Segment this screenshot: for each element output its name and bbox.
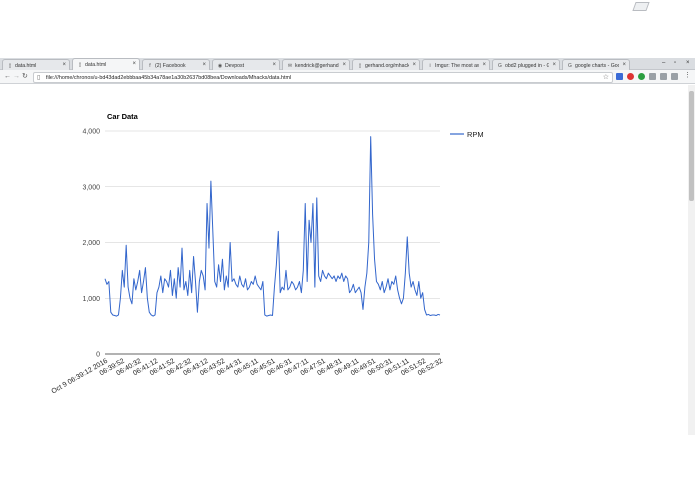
chart-title: Car Data [107,112,139,121]
tab-2[interactable]: f (2) Facebook × [142,59,210,70]
minimize-icon[interactable]: – [662,60,665,66]
y-tick-label: 2,000 [82,240,100,247]
page-icon: ▯ [78,61,82,68]
reload-icon[interactable]: ↻ [22,72,28,82]
extension-4-icon[interactable] [649,73,656,80]
y-tick-label: 4,000 [82,129,100,136]
tab-0[interactable]: ▯ data.html × [2,59,70,70]
close-tab-icon[interactable]: × [132,61,136,67]
page-icon: ▯ [358,62,362,69]
legend-label: RPM [467,130,484,139]
page-content: Car Data 0 1,000 2,000 3,000 4,000 Oct 9 06:39… [0,85,688,494]
y-tick-label: 1,000 [82,296,100,303]
series-line-rpm [104,136,441,317]
tab-title: data.html [85,61,107,68]
extension-3-icon[interactable] [638,73,645,80]
facebook-icon: f [149,62,151,69]
tab-title: google charts - Google [575,62,619,69]
close-tab-icon[interactable]: × [412,62,416,68]
extension-2-icon[interactable] [627,73,634,80]
url-text: file:///home/chronos/u-bd43dad2ebbbaa45b… [46,74,292,81]
tab-title: Imgur: The most aweso [435,62,479,69]
tab-3[interactable]: ◉ Devpost × [212,59,280,70]
tab-5[interactable]: ▯gerhand.org/mhacks/c× [352,59,420,70]
devpost-icon: ◉ [217,62,223,69]
extension-1-icon[interactable] [616,73,623,80]
tab-title: data.html [15,62,37,69]
maximize-icon[interactable]: ▫ [674,60,676,66]
close-tab-icon[interactable]: × [272,62,276,68]
new-tab-button[interactable] [632,2,650,11]
tab-4[interactable]: ✉kendrick@gerhand.org× [282,59,350,70]
tab-title: Devpost [225,62,245,69]
browser-toolbar: ← → ↻ ▯ file:///home/chronos/u-bd43dad2e… [0,70,695,84]
back-icon[interactable]: ← [4,72,11,82]
y-tick-label: 0 [96,352,100,359]
browser-window: ▯ data.html × ▯ data.html × f (2) Facebook × ◉ Dev… [0,0,695,494]
close-tab-icon[interactable]: × [62,62,66,68]
x-tick-label: Oct 9 06:39:12 2016 [51,358,110,396]
menu-icon[interactable]: ⋮ [684,71,691,81]
close-tab-icon[interactable]: × [342,62,346,68]
line-chart: Car Data 0 1,000 2,000 3,000 4,000 Oct 9 06:39… [51,112,484,396]
close-window-icon[interactable]: × [686,60,690,66]
scrollbar-thumb[interactable] [689,91,694,201]
y-tick-label: 3,000 [82,184,100,191]
page-icon: ▯ [8,62,12,69]
address-bar[interactable]: ▯ file:///home/chronos/u-bd43dad2ebbbaa4… [33,71,613,83]
tab-strip: ▯ data.html × ▯ data.html × f (2) Facebook × ◉ Dev… [0,0,695,70]
tab-title: kendrick@gerhand.org [295,62,339,69]
tab-8[interactable]: Ggoogle charts - Google× [562,59,630,70]
forward-icon[interactable]: → [13,72,20,82]
tab-1[interactable]: ▯ data.html × [72,58,140,70]
google-icon: G [568,62,572,69]
page-icon: ▯ [37,74,41,81]
close-tab-icon[interactable]: × [622,62,626,68]
close-tab-icon[interactable]: × [552,62,556,68]
bookmark-star-icon[interactable]: ☆ [603,73,609,81]
extension-5-icon[interactable] [660,73,667,80]
extension-6-icon[interactable] [671,73,678,80]
close-tab-icon[interactable]: × [202,62,206,68]
tab-title: (2) Facebook [155,62,186,69]
close-tab-icon[interactable]: × [482,62,486,68]
tab-6[interactable]: i Imgur: The most aweso× [422,59,490,70]
mail-icon: ✉ [287,62,293,69]
tab-title: gerhand.org/mhacks/c [365,62,409,69]
google-icon: G [498,62,502,69]
tab-7[interactable]: Gobd2 plugged in - Goog× [492,59,560,70]
imgur-icon: i [429,62,431,69]
vertical-scrollbar[interactable] [688,85,695,435]
tab-title: obd2 plugged in - Goog [505,62,549,69]
